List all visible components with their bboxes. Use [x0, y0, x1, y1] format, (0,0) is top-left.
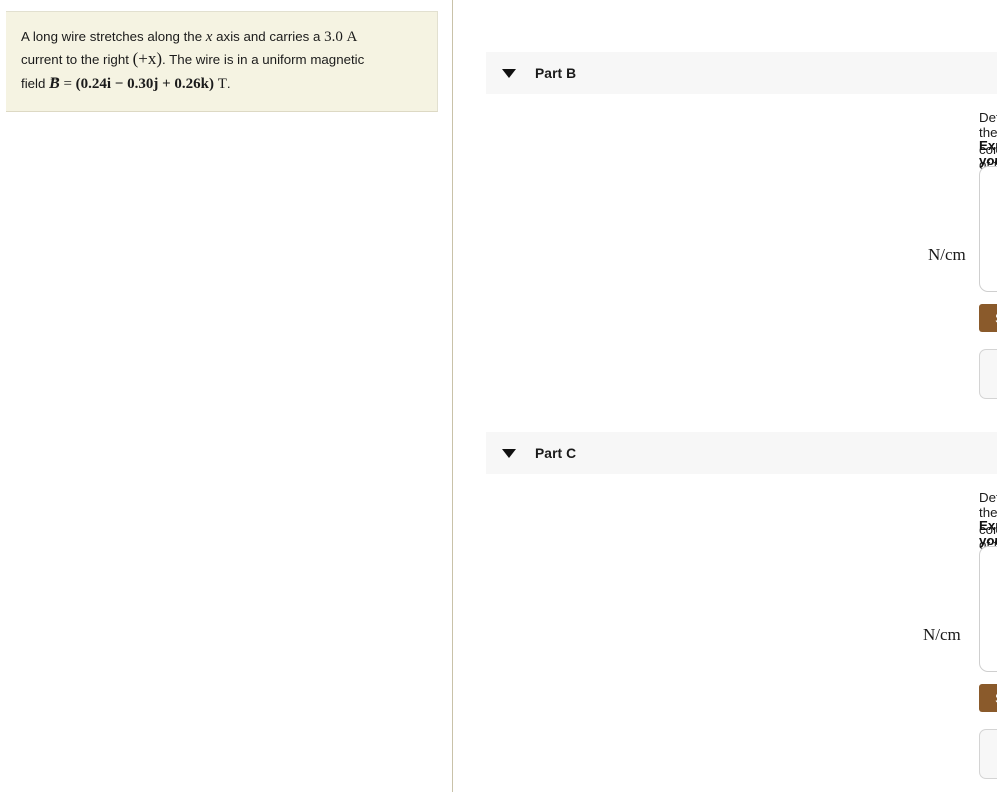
submit-button-b[interactable]: Submit: [979, 304, 997, 332]
problem-text-1b: axis and carries a: [212, 29, 325, 44]
prompt-text-b-pre: Determine the: [979, 110, 997, 140]
part-header-c[interactable]: Part C: [486, 432, 997, 474]
submit-button-c[interactable]: Submit: [979, 684, 997, 712]
problem-field-unit: T: [217, 76, 227, 92]
answer-row-b: Fy =: [980, 229, 997, 291]
problem-current-value: 3.0: [324, 29, 343, 45]
caret-down-icon[interactable]: [502, 448, 516, 458]
answer-panel: Part B Determine the y-component of the …: [453, 0, 997, 792]
vector-arrow-icon: →: [48, 70, 60, 84]
problem-field-expression: (0.24i − 0.30j + 0.26k): [75, 76, 214, 92]
problem-line-3: field → B = (0.24i − 0.30j + 0.26k) T.: [21, 70, 421, 95]
problem-panel: A long wire stretches along the x axis a…: [0, 0, 452, 792]
answer-unit-c: N/cm: [923, 625, 961, 644]
part-title-c: Part C: [535, 445, 577, 461]
part-header-b[interactable]: Part B: [486, 52, 997, 94]
feedback-box-c: ✖ Incorrect; Try Again; 5 attempts remai…: [979, 729, 997, 779]
problem-period: .: [226, 76, 231, 91]
submit-row-c: Submit Previous Answers Request Answer: [979, 683, 997, 713]
caret-down-icon[interactable]: [502, 68, 516, 78]
answer-unit-b: N/cm: [928, 245, 966, 264]
problem-direction: (+x): [132, 49, 163, 68]
answer-container-c: ΑΣϕ: [979, 546, 997, 672]
answer-container-b: ΑΣϕ: [979, 166, 997, 292]
magnetic-field-vector-symbol: → B: [48, 70, 60, 95]
prompt-text-c-pre: Determine the: [979, 490, 997, 520]
problem-equals: =: [63, 76, 72, 92]
answer-row-c: Fz =: [980, 609, 997, 671]
problem-current-unit: A: [346, 29, 358, 45]
problem-line-1: A long wire stretches along the x axis a…: [21, 26, 421, 48]
problem-text-3a: field: [21, 76, 50, 91]
submit-row-b: Submit Previous Answers Request Answer: [979, 303, 997, 333]
part-title-b: Part B: [535, 65, 577, 81]
problem-text-1a: A long wire stretches along the: [21, 29, 206, 44]
page-root: A long wire stretches along the x axis a…: [0, 0, 997, 792]
problem-text-2a: current to the right: [21, 52, 133, 67]
problem-line-2: current to the right (+x). The wire is i…: [21, 48, 421, 71]
feedback-box-b: ✖ Incorrect; Try Again; 4 attempts remai…: [979, 349, 997, 399]
problem-text-2b: . The wire is in a uniform magnetic: [162, 52, 365, 67]
problem-statement-box: A long wire stretches along the x axis a…: [6, 11, 438, 112]
